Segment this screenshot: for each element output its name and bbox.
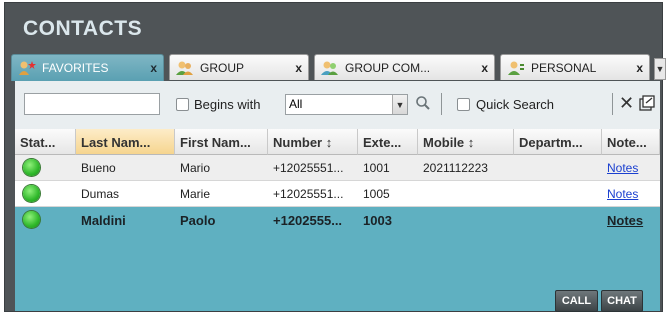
begins-with-checkbox[interactable] — [176, 98, 189, 111]
tab-bar: FAVORITES x GROUP x GROUP COM... x PERSO… — [11, 54, 666, 81]
tab-group-common[interactable]: GROUP COM... x — [314, 54, 495, 80]
cell-department — [514, 207, 602, 233]
status-available-icon — [23, 159, 40, 176]
notes-link[interactable]: Notes — [602, 155, 660, 181]
column-header-first-name[interactable]: First Nam... — [175, 129, 268, 155]
table-row[interactable]: Bueno Mario +12025551... 1001 2021112223… — [15, 155, 660, 181]
cell-department — [514, 181, 602, 207]
close-tab-button[interactable]: x — [481, 61, 488, 75]
notes-link[interactable]: Notes — [602, 207, 660, 233]
chevron-down-icon: ▼ — [655, 64, 665, 74]
tab-personal[interactable]: PERSONAL x — [500, 54, 650, 80]
column-header-number[interactable]: Number ↕ — [268, 129, 358, 155]
quick-search-label: Quick Search — [476, 97, 555, 112]
cell-extension: 1005 — [363, 187, 390, 201]
column-header-department[interactable]: Departm... — [514, 129, 602, 155]
cell-mobile — [418, 207, 514, 233]
status-available-icon — [23, 185, 40, 202]
search-input[interactable] — [24, 93, 160, 115]
cell-number: +12025551... — [273, 161, 344, 175]
begins-with-label: Begins with — [194, 97, 261, 112]
column-header-extension[interactable]: Exte... — [358, 129, 418, 155]
tab-label: GROUP COM... — [345, 60, 431, 75]
toolbar-divider — [441, 93, 442, 115]
column-header-last-name[interactable]: Last Nam... — [76, 129, 175, 155]
chevron-down-icon[interactable]: ▼ — [392, 95, 407, 114]
tab-label: FAVORITES — [42, 61, 109, 75]
filter-select[interactable]: All ▼ — [285, 94, 408, 115]
cell-department — [514, 155, 602, 181]
cell-mobile: 2021112223 — [423, 161, 488, 175]
cell-mobile — [418, 181, 514, 207]
close-tab-button[interactable]: x — [150, 61, 157, 75]
cell-number: +12025551... — [273, 187, 344, 201]
personal-contact-icon — [507, 60, 525, 76]
tab-label: PERSONAL — [531, 60, 597, 75]
panel-title: CONTACTS — [23, 17, 143, 40]
toolbar-divider — [612, 93, 613, 115]
contacts-content: Begins with All ▼ Quick Search ✕ Stat...… — [15, 81, 660, 312]
favorites-star-icon — [18, 60, 36, 76]
cell-last-name: Bueno — [81, 161, 116, 175]
cell-extension: 1001 — [363, 161, 390, 175]
tab-favorites[interactable]: FAVORITES x — [11, 54, 164, 81]
quick-search-checkbox[interactable] — [457, 98, 470, 111]
group-common-icon — [321, 60, 339, 76]
status-available-icon — [23, 211, 40, 228]
cell-last-name: Maldini — [81, 213, 126, 228]
popout-window-icon[interactable] — [639, 95, 655, 111]
cell-first-name: Paolo — [180, 213, 216, 228]
tab-label: GROUP — [200, 60, 245, 75]
cell-number: +1202555... — [273, 213, 343, 228]
cell-extension: 1003 — [363, 213, 392, 228]
clear-search-icon[interactable]: ✕ — [619, 93, 634, 114]
table-row[interactable]: Dumas Marie +12025551... 1005 Notes — [15, 181, 660, 207]
close-tab-button[interactable]: x — [295, 61, 302, 75]
search-icon[interactable] — [415, 95, 431, 111]
chat-button[interactable]: CHAT — [601, 290, 643, 312]
contacts-panel: CONTACTS FAVORITES x GROUP x GROUP COM..… — [4, 2, 666, 312]
column-header-mobile[interactable]: Mobile ↕ — [418, 129, 514, 155]
notes-link[interactable]: Notes — [602, 181, 660, 207]
column-header-notes[interactable]: Note... — [602, 129, 660, 155]
search-toolbar: Begins with All ▼ Quick Search ✕ — [15, 81, 660, 129]
group-icon — [176, 60, 194, 76]
cell-first-name: Marie — [180, 187, 211, 201]
tab-group[interactable]: GROUP x — [169, 54, 309, 80]
table-row-selected[interactable]: Maldini Paolo +1202555... 1003 Notes — [15, 207, 660, 233]
close-tab-button[interactable]: x — [636, 61, 643, 75]
column-header-status[interactable]: Stat... — [15, 129, 76, 155]
tab-overflow-menu[interactable]: ▼ — [654, 58, 666, 80]
cell-last-name: Dumas — [81, 187, 120, 201]
filter-selected-value: All — [289, 97, 303, 111]
call-button[interactable]: CALL — [555, 290, 598, 312]
cell-first-name: Mario — [180, 161, 211, 175]
